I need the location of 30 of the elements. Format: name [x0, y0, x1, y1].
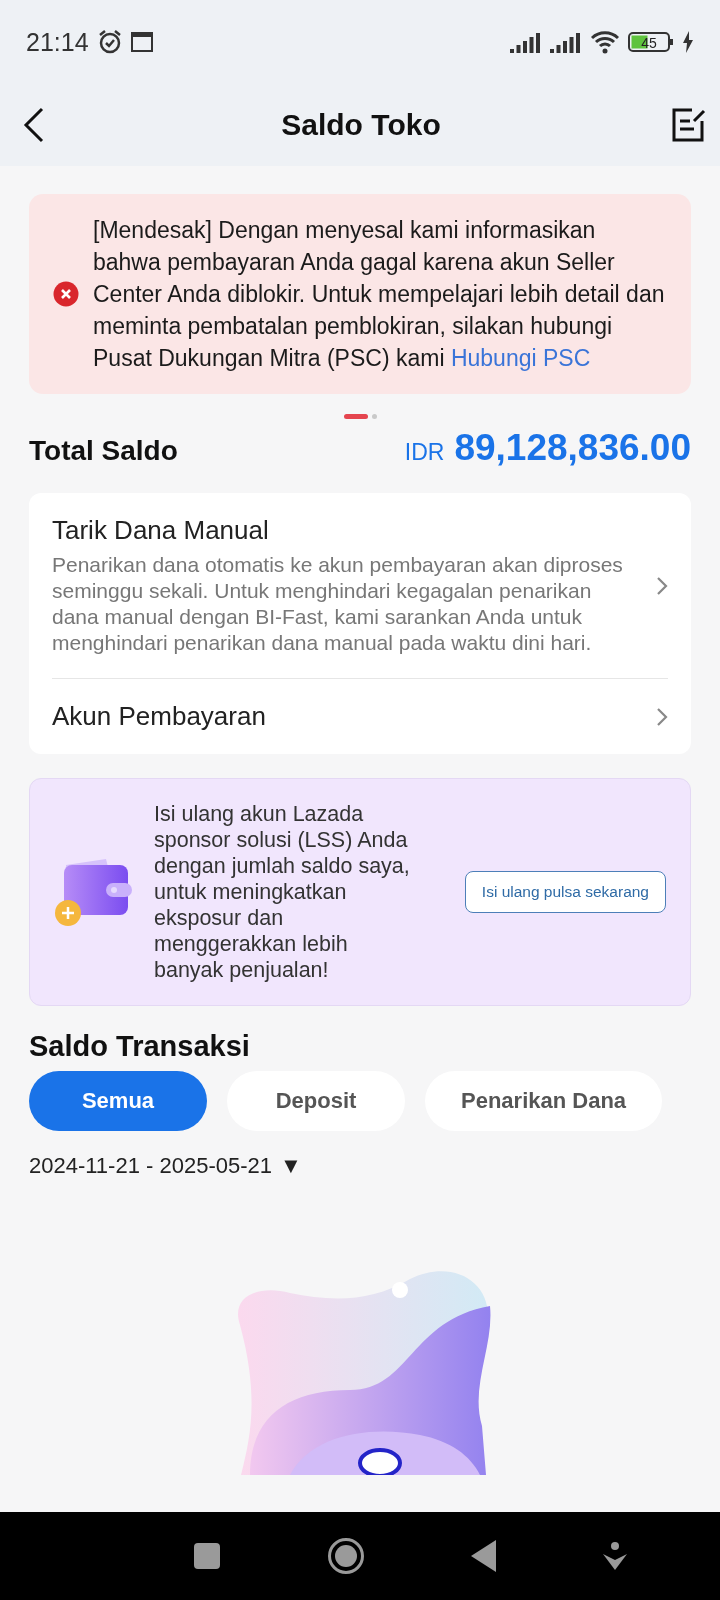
- recent-apps-icon[interactable]: [193, 1542, 221, 1570]
- contact-link[interactable]: Hubungi PSC: [450, 345, 591, 371]
- filter-tab[interactable]: Penarikan Dana: [425, 1071, 663, 1131]
- back-icon[interactable]: [471, 1540, 497, 1572]
- currency-label: IDR: [404, 439, 445, 465]
- promo-text: Isi ulang akun Lazada sponsor solusi (LSS) Anda dengan jumlah saldo saya, untuk meningkatkan eksposur dan menggerakkan lebih banyak penjualan!: [154, 801, 411, 983]
- assist-icon[interactable]: [603, 1542, 627, 1570]
- clock-time: 21:14: [26, 27, 89, 57]
- signal-icon: [550, 31, 582, 53]
- chevron-right-icon: [656, 575, 668, 596]
- chevron-right-icon: [656, 706, 668, 727]
- alert-message: [Mendesak] Dengan menyesal kami informasikan bahwa pembayaran Anda gagal karena akun Seller Center Anda diblokir. Untuk mempelajari lebih detail dan meminta pembatalan pemblokiran, silakan hubungi Pusat Dukungan Mitra (PSC) kami Hubungi PSC: [93, 216, 666, 373]
- signal-icon: [510, 31, 542, 53]
- error-icon: [53, 281, 79, 307]
- balance-amount: 89,128,836.00: [454, 427, 691, 468]
- home-icon[interactable]: [327, 1537, 365, 1575]
- date-range-selector[interactable]: 2024-11-21 - 2025-05-21 ▼: [29, 1153, 302, 1179]
- calendar-icon: [130, 32, 153, 52]
- filter-tab[interactable]: Deposit: [227, 1071, 405, 1131]
- filter-tab[interactable]: Semua: [29, 1071, 207, 1131]
- page-title: Saldo Toko: [281, 108, 441, 142]
- section-title: Saldo Transaksi: [29, 1030, 251, 1063]
- menu-title: Tarik Dana Manual: [52, 515, 270, 546]
- menu-row[interactable]: Akun Pembayaran: [52, 678, 668, 754]
- menu-description: Penarikan dana otomatis ke akun pembayaran akan diproses seminggu sekali. Untuk menghindari kegagalan penarikan dana manual dengan BI-Fast, kami sarankan Anda untuk menghindari penarikan dana manual pada waktu dini hari.: [52, 552, 624, 656]
- balance-label: Total Saldo: [29, 435, 178, 467]
- charging-icon: [682, 31, 694, 53]
- wifi-icon: [590, 30, 620, 54]
- top-up-button[interactable]: Isi ulang pulsa sekarang: [464, 871, 666, 913]
- menu-title: Akun Pembayaran: [52, 701, 267, 732]
